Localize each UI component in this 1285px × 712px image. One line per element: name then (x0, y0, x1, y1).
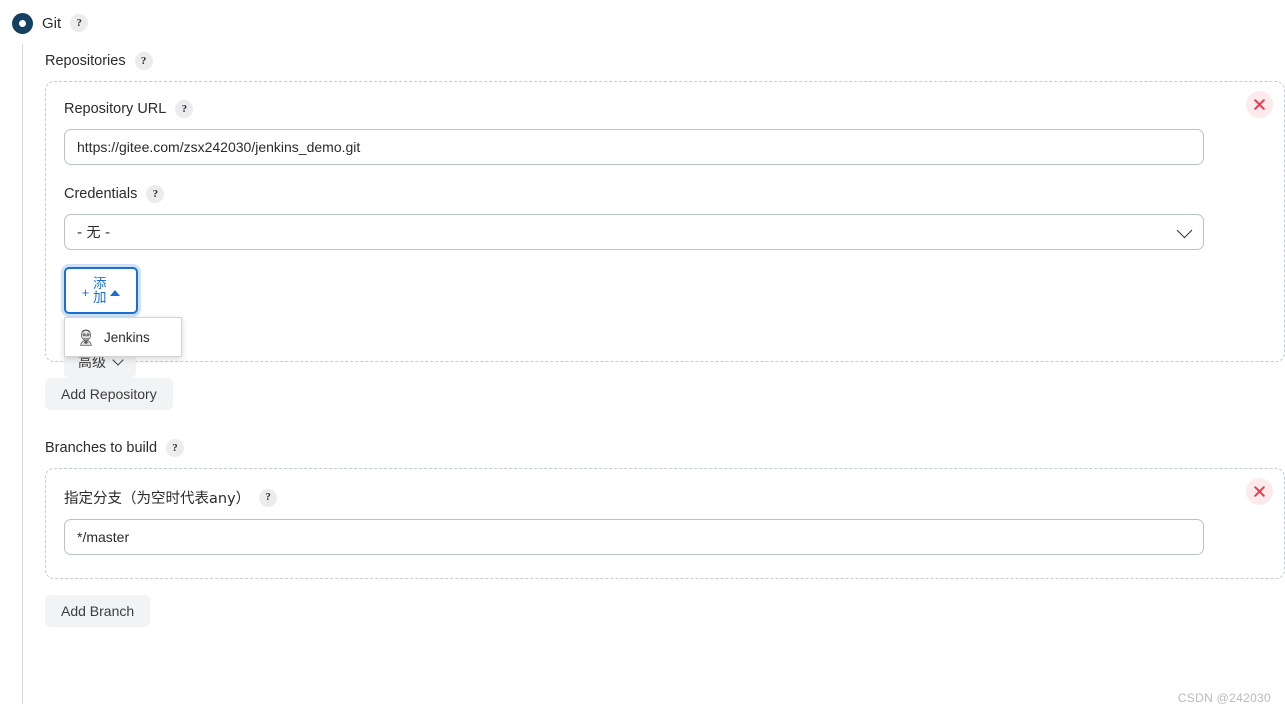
help-icon-repositories[interactable]: ? (134, 52, 153, 70)
help-icon-branches[interactable]: ? (166, 439, 185, 457)
branch-spec-input[interactable] (64, 519, 1204, 555)
dropdown-item-jenkins-label: Jenkins (104, 329, 150, 345)
help-icon-repository-url[interactable]: ? (175, 100, 194, 118)
add-branch-button[interactable]: Add Branch (45, 595, 151, 627)
help-icon-credentials[interactable]: ? (146, 185, 165, 203)
scm-option-git[interactable]: Git ? (12, 12, 89, 34)
radio-git[interactable] (12, 12, 33, 34)
delete-branch-button[interactable] (1246, 478, 1273, 505)
branch-group: 指定分支（为空时代表any） ? (45, 468, 1285, 579)
git-config-body: Repositories ? Repository URL ? https://… (22, 44, 1285, 704)
chevron-up-icon (110, 290, 121, 296)
credentials-label: Credentials (64, 186, 138, 202)
credentials-select-wrap: - 无 - (64, 214, 1204, 250)
branch-spec-label: 指定分支（为空时代表any） (64, 491, 251, 507)
close-icon (1254, 99, 1265, 110)
branch-spec-label-row: 指定分支（为空时代表any） ? (64, 487, 1266, 508)
credentials-actions: + 添加 高级 Jenkins (64, 267, 1266, 379)
repositories-section-label: Repositories (45, 53, 126, 69)
repository-url-label: Repository URL (64, 101, 167, 117)
repositories-section-label-row: Repositories ? (45, 52, 1285, 70)
repository-url-label-row: Repository URL ? (64, 100, 1266, 118)
watermark: CSDN @242030 (1177, 691, 1271, 705)
credentials-select[interactable]: - 无 - (64, 214, 1204, 250)
jenkins-butler-icon (80, 329, 92, 346)
help-icon-git[interactable]: ? (70, 14, 89, 32)
credentials-selected-value: - 无 - (77, 225, 111, 241)
radio-git-dot (19, 19, 26, 27)
delete-repository-button[interactable] (1246, 91, 1273, 118)
close-icon (1254, 486, 1265, 497)
repository-url-input[interactable] (64, 129, 1204, 165)
add-repository-button[interactable]: Add Repository (45, 378, 173, 410)
add-credentials-label: 添加 (93, 275, 107, 306)
branches-section-label-row: Branches to build ? (45, 439, 1285, 457)
dropdown-item-jenkins[interactable]: Jenkins (65, 322, 181, 352)
credentials-label-row: Credentials ? (64, 185, 1266, 203)
plus-icon: + (81, 285, 90, 300)
repository-group: Repository URL ? Credentials ? - 无 - (45, 81, 1285, 378)
scm-option-git-label: Git (42, 14, 62, 32)
add-credentials-button[interactable]: + 添加 (64, 267, 138, 314)
help-icon-branch-spec[interactable]: ? (259, 488, 278, 507)
add-credentials-inner: + 添加 (66, 277, 136, 305)
add-credentials-dropdown: Jenkins (64, 317, 182, 357)
branches-section-label: Branches to build (45, 440, 158, 456)
git-scm-config-page: Git ? Repositories ? Repository URL ? ht… (0, 0, 1285, 712)
